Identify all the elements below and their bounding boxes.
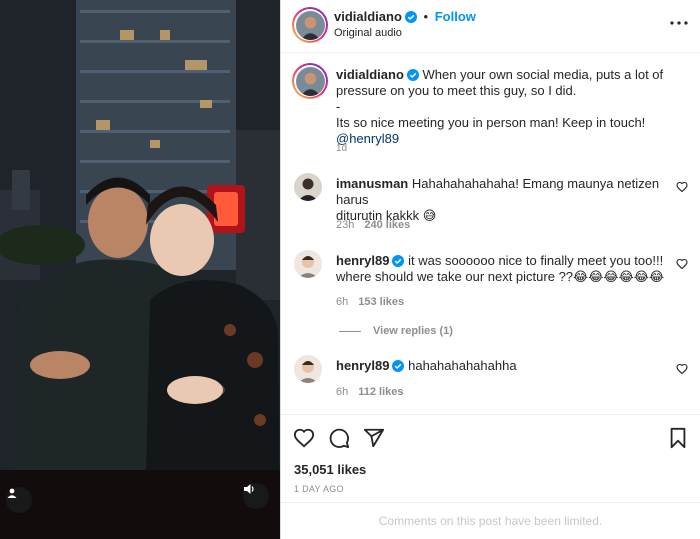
heart-icon[interactable] xyxy=(676,258,688,270)
tagged-users-button[interactable] xyxy=(6,487,32,513)
caption-text-line: Its so nice meeting you in person man! K… xyxy=(336,115,646,130)
comment-username[interactable]: henryl89 xyxy=(336,253,389,268)
verified-badge-icon xyxy=(392,255,405,267)
comment-avatar[interactable] xyxy=(294,173,322,201)
view-replies-label: View replies (1) xyxy=(373,325,453,337)
comment-time: 6h xyxy=(336,386,349,398)
comment-likes[interactable]: 153 likes xyxy=(358,296,404,308)
original-audio-link[interactable]: Original audio xyxy=(334,27,402,39)
comment-meta: 23h 240 likes xyxy=(336,219,410,231)
comment: henryl89 hahahahahahahha xyxy=(336,358,666,374)
heart-icon[interactable] xyxy=(676,181,688,193)
post-photo xyxy=(0,0,280,539)
post-date[interactable]: 1 DAY AGO xyxy=(294,484,344,494)
more-options-icon[interactable] xyxy=(670,12,688,30)
user-tag-icon xyxy=(7,488,17,498)
caption-text-line: pressure on you to meet this guy, so I d… xyxy=(336,83,577,98)
comment-text: it was soooooo nice to finally meet you … xyxy=(408,253,664,268)
comment: imanusman Hahahahahahaha! Emang maunya n… xyxy=(336,176,666,224)
follow-button[interactable]: Follow xyxy=(435,9,476,24)
caption-timestamp: 1d xyxy=(336,143,348,154)
likes-count[interactable]: 35,051 likes xyxy=(294,462,366,477)
caption-author-avatar[interactable] xyxy=(292,63,328,99)
comment-avatar[interactable] xyxy=(294,355,322,383)
audio-toggle-button[interactable] xyxy=(243,483,269,509)
caption-username[interactable]: vidialdiano xyxy=(336,67,404,82)
comment-likes[interactable]: 240 likes xyxy=(364,219,410,231)
audio-icon xyxy=(244,484,254,494)
view-replies-button[interactable]: View replies (1) xyxy=(339,325,453,337)
comment-time: 6h xyxy=(336,296,349,308)
verified-badge-icon xyxy=(404,11,417,23)
post-details-pane: vidialdiano • Follow Original audio vidi… xyxy=(281,0,700,539)
comment: henryl89 it was soooooo nice to finally … xyxy=(336,253,666,285)
comment-meta: 6h 153 likes xyxy=(336,296,404,308)
post-caption: vidialdiano When your own social media, … xyxy=(336,67,681,147)
post-media[interactable] xyxy=(0,0,280,539)
caption-text-line: When your own social media, puts a lot o… xyxy=(422,67,664,82)
comment-meta: 6h 112 likes xyxy=(336,386,404,398)
heart-icon[interactable] xyxy=(293,427,315,449)
caption-text-line: - xyxy=(336,99,341,114)
header-divider xyxy=(281,52,700,53)
author-username[interactable]: vidialdiano xyxy=(334,9,402,24)
action-bar xyxy=(293,427,688,451)
comment-username[interactable]: henryl89 xyxy=(336,358,389,373)
comment-avatar[interactable] xyxy=(294,250,322,278)
author-avatar[interactable] xyxy=(292,7,328,43)
comment-time: 23h xyxy=(336,219,355,231)
actions-divider xyxy=(281,414,700,415)
comments-limited-notice: Comments on this post have been limited. xyxy=(378,514,603,528)
post-header: vidialdiano • Follow xyxy=(334,9,476,24)
verified-badge-icon xyxy=(392,360,405,372)
heart-icon[interactable] xyxy=(676,363,688,375)
replies-dash xyxy=(339,330,361,332)
comment-icon[interactable] xyxy=(328,427,350,449)
comment-text: hahahahahahahha xyxy=(408,358,517,373)
comment-text: where should we take our next picture ??… xyxy=(336,269,665,284)
share-icon[interactable] xyxy=(363,427,385,449)
comment-likes[interactable]: 112 likes xyxy=(358,386,403,398)
comment-username[interactable]: imanusman xyxy=(336,176,408,191)
verified-badge-icon xyxy=(406,69,419,81)
bookmark-icon[interactable] xyxy=(668,427,688,449)
header-separator: • xyxy=(423,9,429,24)
footer-divider xyxy=(281,502,700,503)
